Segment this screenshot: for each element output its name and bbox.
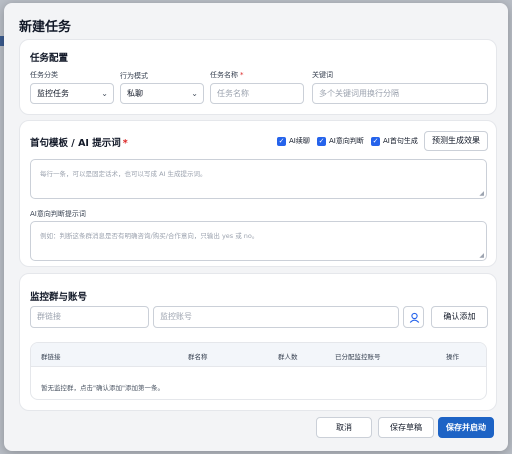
column-header: 操作 — [446, 353, 459, 361]
task-name-input[interactable]: 任务名称 — [210, 83, 304, 104]
resize-handle-icon: ◢ — [479, 190, 484, 197]
ai-continue-checkbox[interactable]: ✓ AI续聊 — [277, 136, 310, 146]
monitor-table: 群链接 群名称 群人数 已分配监控账号 操作 暂无监控群，点击"确认添加"添加第… — [30, 342, 487, 400]
keywords-input[interactable]: 多个关键词用换行分隔 — [312, 83, 488, 104]
empty-state-text: 暂无监控群，点击"确认添加"添加第一条。 — [41, 384, 164, 392]
monitor-card: 监控群与账号 群链接 监控账号 确认添加 群链接 群名称 群人数 已分配监控账号… — [19, 273, 497, 411]
category-select[interactable]: 监控任务 ⌄ — [30, 83, 114, 104]
task-config-title: 任务配置 — [30, 53, 69, 64]
cancel-button[interactable]: 取消 — [316, 417, 372, 438]
intent-placeholder: 例如：判断这条群消息是否有明确咨询/购买/合作意向，只输出 yes 或 no。 — [40, 232, 259, 240]
mode-label: 行为模式 — [120, 72, 148, 80]
category-label: 任务分类 — [30, 71, 58, 79]
save-and-start-button[interactable]: 保存并启动 — [438, 417, 494, 438]
preview-button[interactable]: 预测生成效果 — [424, 131, 488, 151]
group-link-input[interactable]: 群链接 — [30, 306, 149, 328]
account-search-button[interactable] — [403, 306, 424, 328]
ai-first-sentence-checkbox[interactable]: ✓ AI首句生成 — [371, 136, 418, 146]
resize-handle-icon: ◢ — [479, 252, 484, 259]
category-value: 监控任务 — [37, 89, 69, 98]
save-draft-button[interactable]: 保存草稿 — [378, 417, 434, 438]
task-name-label: 任务名称 * — [210, 70, 244, 80]
required-mark: * — [240, 71, 244, 79]
intent-prompt-label: AI意向判断提示词 — [30, 210, 86, 218]
mode-value: 私聊 — [127, 89, 143, 98]
template-title: 首句模板 / AI 提示词 * — [30, 135, 128, 149]
task-config-card: 任务配置 任务分类 监控任务 ⌄ 行为模式 私聊 ⌄ 任务名称 * 任务名称 关键… — [19, 39, 497, 115]
column-header: 群名称 — [188, 353, 208, 361]
template-placeholder: 每行一条，可以是固定话术，也可以写成 AI 生成提示词。 — [40, 170, 207, 178]
template-title-text: 首句模板 / AI 提示词 — [30, 138, 121, 149]
table-header: 群链接 群名称 群人数 已分配监控账号 操作 — [31, 343, 486, 367]
ai-intent-checkbox[interactable]: ✓ AI意向判断 — [317, 136, 364, 146]
checkmark-icon: ✓ — [371, 136, 380, 146]
confirm-add-button[interactable]: 确认添加 — [431, 306, 488, 328]
mode-select[interactable]: 私聊 ⌄ — [120, 83, 204, 104]
checkmark-icon: ✓ — [277, 136, 286, 146]
chevron-down-icon: ⌄ — [191, 89, 198, 98]
chevron-down-icon: ⌄ — [101, 89, 108, 98]
column-header: 群链接 — [41, 353, 61, 361]
task-name-label-text: 任务名称 — [210, 71, 238, 79]
ai-continue-label: AI续聊 — [289, 137, 310, 145]
template-textarea[interactable]: 每行一条，可以是固定话术，也可以写成 AI 生成提示词。 ◢ — [30, 159, 487, 199]
intent-prompt-textarea[interactable]: 例如：判断这条群消息是否有明确咨询/购买/合作意向，只输出 yes 或 no。 … — [30, 221, 487, 261]
column-header: 群人数 — [278, 353, 298, 361]
ai-intent-label: AI意向判断 — [329, 137, 364, 145]
ai-first-sentence-label: AI首句生成 — [383, 137, 418, 145]
monitor-account-input[interactable]: 监控账号 — [153, 306, 399, 328]
required-mark: * — [122, 138, 128, 149]
column-header: 已分配监控账号 — [335, 353, 381, 361]
new-task-dialog: 新建任务 任务配置 任务分类 监控任务 ⌄ 行为模式 私聊 ⌄ 任务名称 * 任务… — [4, 3, 508, 451]
dialog-title: 新建任务 — [19, 20, 72, 35]
checkmark-icon: ✓ — [317, 136, 326, 146]
monitor-title: 监控群与账号 — [30, 292, 88, 303]
template-card: 首句模板 / AI 提示词 * ✓ AI续聊 ✓ AI意向判断 ✓ AI首句生成 … — [19, 120, 497, 267]
keywords-label: 关键词 — [312, 71, 333, 79]
person-search-icon — [409, 312, 420, 323]
